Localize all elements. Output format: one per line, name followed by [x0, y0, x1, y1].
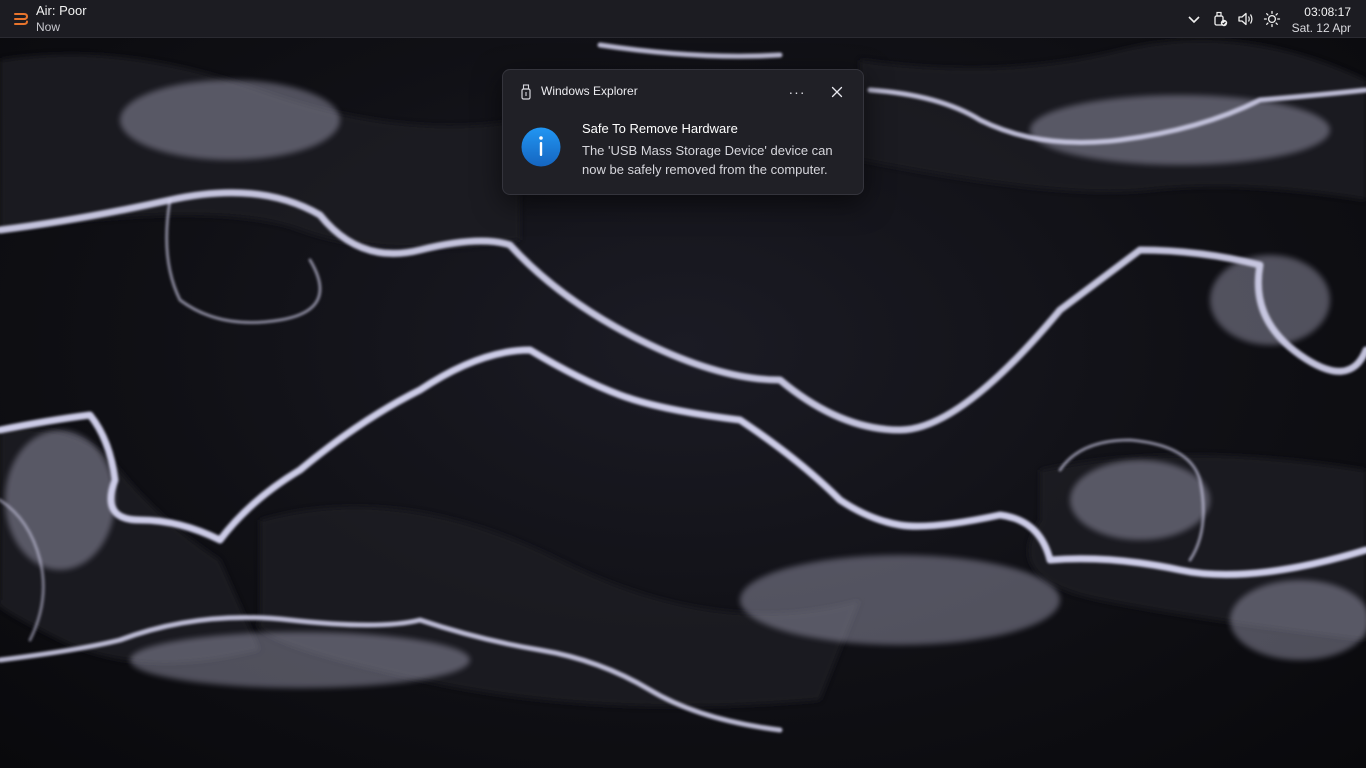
toast-message: The 'USB Mass Storage Device' device can… [582, 143, 833, 177]
toast-app-name: Windows Explorer [541, 84, 638, 98]
desktop: Air: Poor Now 03:08:17 Sat. 12 Apr Windo… [0, 0, 1366, 768]
usb-drive-icon [521, 84, 531, 100]
brightness-icon[interactable] [1262, 9, 1282, 29]
air-quality-icon [14, 13, 29, 25]
clock-time: 03:08:17 [1304, 5, 1351, 19]
toast-title: Safe To Remove Hardware [582, 121, 738, 136]
info-icon [521, 127, 561, 167]
weather-subtitle: Now [36, 20, 61, 34]
top-taskbar: Air: Poor Now 03:08:17 Sat. 12 Apr [0, 0, 1366, 38]
system-tray [1184, 0, 1282, 38]
weather-title: Air: Poor [36, 3, 87, 18]
close-icon [831, 86, 843, 98]
clock[interactable]: 03:08:17 Sat. 12 Apr [1292, 4, 1351, 36]
volume-icon[interactable] [1236, 9, 1256, 29]
toast-header: Windows Explorer ··· [503, 70, 863, 114]
usb-eject-icon[interactable] [1210, 9, 1230, 29]
close-button[interactable] [825, 81, 849, 103]
chevron-up-icon[interactable] [1184, 9, 1204, 29]
notification-toast[interactable]: Windows Explorer ··· Safe To Remove Hard… [502, 69, 864, 195]
weather-widget[interactable]: Air: Poor Now [12, 3, 87, 35]
clock-date: Sat. 12 Apr [1291, 21, 1351, 35]
more-options-button[interactable]: ··· [785, 81, 809, 103]
